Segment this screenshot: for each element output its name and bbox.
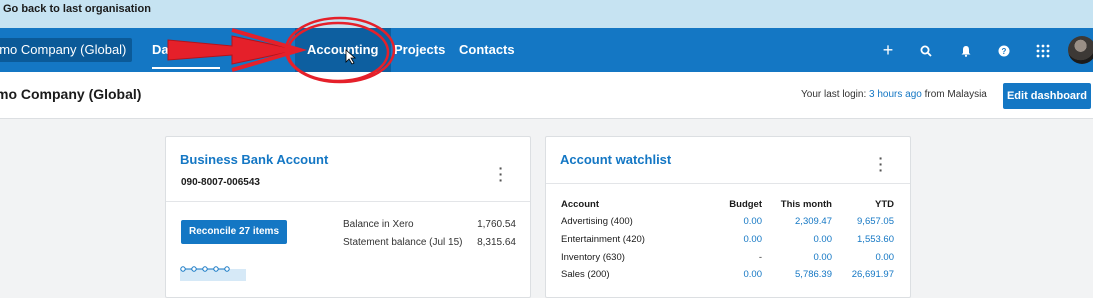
table-cell-this-month[interactable]: 2,309.47 (766, 216, 832, 227)
top-banner: Go back to last organisation (0, 0, 1093, 28)
last-login-prefix: Your last login: (801, 89, 867, 100)
main-nav: emo Company (Global)▼ Dashboard Business… (0, 28, 1093, 72)
column-header-ytd: YTD (875, 199, 894, 210)
apps-grid-icon[interactable] (1030, 28, 1056, 72)
nav-business[interactable]: Business (232, 28, 290, 72)
table-cell-ytd[interactable]: 0.00 (828, 252, 895, 263)
nav-accounting[interactable]: Accounting (295, 28, 391, 72)
column-header-budget: Budget (729, 199, 762, 210)
statement-balance-value: 8,315.64 (477, 237, 516, 248)
balance-in-xero-label: Balance in Xero (343, 219, 414, 230)
divider (166, 201, 530, 202)
divider (546, 183, 910, 184)
balance-sparkline (180, 266, 246, 281)
search-icon[interactable] (913, 28, 939, 72)
table-row-account[interactable]: Inventory (630) (561, 252, 625, 263)
page-header: mo Company (Global) Your last login: 3 h… (0, 72, 1093, 119)
more-options-icon[interactable]: · · · (496, 161, 506, 187)
table-cell-this-month[interactable]: 5,786.39 (766, 269, 832, 280)
nav-dashboard[interactable]: Dashboard (152, 28, 220, 72)
bank-card-title[interactable]: Business Bank Account (180, 152, 328, 167)
balance-in-xero-value: 1,760.54 (477, 219, 516, 230)
nav-projects[interactable]: Projects (394, 28, 445, 72)
more-options-icon[interactable]: · · · (876, 151, 886, 177)
svg-text:?: ? (1002, 47, 1007, 56)
plus-icon[interactable]: + (875, 28, 901, 72)
table-cell-budget[interactable]: 0.00 (696, 269, 763, 280)
watchlist-title[interactable]: Account watchlist (560, 152, 671, 167)
table-cell-ytd[interactable]: 26,691.97 (828, 269, 894, 280)
last-login-info: Your last login: 3 hours ago from Malays… (801, 89, 987, 100)
table-row-account[interactable]: Sales (200) (561, 269, 610, 280)
reconcile-button[interactable]: Reconcile 27 items (181, 220, 287, 244)
column-header-this-month: This month (780, 199, 832, 210)
table-cell-this-month[interactable]: 0.00 (766, 252, 833, 263)
account-number: 090-8007-006543 (181, 177, 260, 188)
table-cell-budget[interactable]: 0.00 (696, 216, 763, 227)
table-cell-budget: - (758, 252, 762, 263)
bell-icon[interactable] (953, 28, 979, 72)
account-watchlist-card: Account watchlist · · · Account Budget Thi… (545, 136, 911, 298)
go-back-link[interactable]: Go back to last organisation (3, 3, 151, 15)
statement-balance-label: Statement balance (Jul 15) (343, 237, 463, 248)
edit-dashboard-button[interactable]: Edit dashboard (1003, 83, 1091, 109)
org-name: emo Company (Global) (0, 42, 127, 57)
table-cell-budget[interactable]: 0.00 (696, 234, 763, 245)
table-row-account[interactable]: Entertainment (420) (561, 234, 645, 245)
table-row-account[interactable]: Advertising (400) (561, 216, 633, 227)
nav-contacts[interactable]: Contacts (459, 28, 515, 72)
last-login-link[interactable]: 3 hours ago (869, 89, 922, 100)
help-icon[interactable]: ? (991, 28, 1017, 72)
column-header-account: Account (561, 199, 599, 210)
avatar[interactable] (1068, 36, 1093, 64)
caret-down-icon: ▼ (130, 46, 132, 56)
table-cell-ytd[interactable]: 9,657.05 (828, 216, 894, 227)
table-cell-ytd[interactable]: 1,553.60 (828, 234, 894, 245)
page-title: mo Company (Global) (0, 86, 142, 102)
last-login-suffix: from Malaysia (924, 89, 987, 100)
table-cell-this-month[interactable]: 0.00 (766, 234, 833, 245)
bank-account-card: Business Bank Account · · · 090-8007-00654… (165, 136, 531, 298)
org-switcher[interactable]: emo Company (Global)▼ (0, 38, 132, 62)
